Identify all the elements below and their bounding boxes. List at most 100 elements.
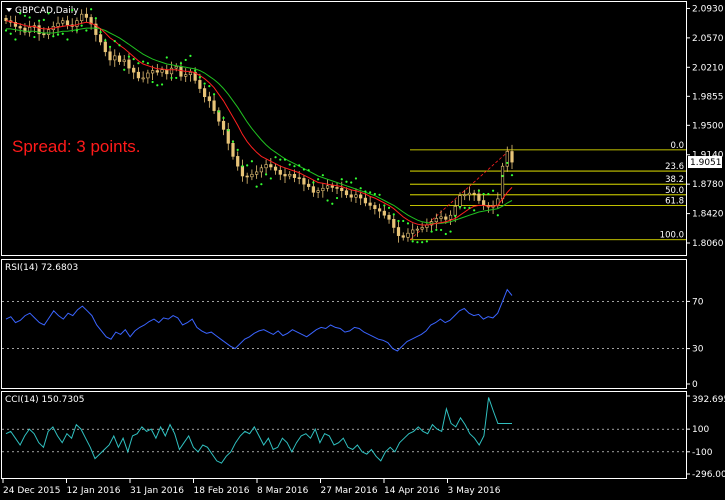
fib-level-label: 0.0	[670, 141, 684, 151]
sar-dot	[4, 29, 8, 32]
sar-dot	[212, 93, 216, 96]
price-label: 2.0210	[692, 63, 724, 73]
sar-dot	[298, 164, 301, 167]
sar-dot	[104, 39, 107, 42]
candle-body	[321, 187, 325, 192]
sar-dot	[142, 60, 145, 63]
sar-dot	[312, 181, 315, 184]
candle-body	[377, 208, 382, 212]
current-price-label: 1.9051	[690, 158, 722, 168]
sar-dot	[463, 206, 466, 209]
sar-dot	[458, 205, 462, 209]
sar-dot	[246, 164, 249, 167]
current-price-badge: 1.9051	[688, 156, 722, 169]
price-label: 2.0570	[692, 34, 724, 44]
candle-body	[373, 205, 377, 209]
sar-dot	[66, 38, 69, 41]
sar-dot	[90, 8, 93, 11]
candle-body	[444, 216, 448, 220]
sar-dot	[198, 76, 201, 79]
fib-level-label: 38.2	[665, 175, 684, 185]
fib-level-label: 100.0	[660, 231, 684, 241]
sar-dot	[194, 69, 197, 72]
sar-dot	[156, 84, 159, 87]
candle-body	[477, 193, 481, 201]
sar-dot	[94, 17, 97, 20]
sar-dot	[321, 174, 324, 177]
candle-body	[500, 165, 505, 200]
candle-body	[448, 214, 453, 220]
candle-body	[463, 194, 467, 197]
sar-dot	[236, 148, 239, 151]
candle-body	[311, 186, 315, 193]
candle-body	[307, 183, 311, 187]
sar-dot	[160, 83, 164, 86]
candle-body	[288, 174, 292, 177]
candle-body	[302, 178, 306, 185]
cci-title: CCI(14) 150.7305	[5, 395, 85, 405]
candle-body	[264, 164, 268, 169]
sar-dot	[175, 76, 178, 80]
candle-body	[98, 34, 103, 43]
price-label: 1.8060	[692, 239, 724, 249]
candle-body	[467, 192, 472, 196]
candle-body	[392, 219, 396, 228]
time-label: 3 May 2016	[448, 486, 501, 496]
candle-body	[42, 33, 46, 36]
sar-dot	[255, 185, 258, 188]
sar-dot	[359, 187, 362, 190]
sar-dot	[269, 177, 272, 180]
sar-dot	[137, 62, 140, 65]
sar-dot	[350, 181, 353, 184]
time-label: 27 Mar 2016	[321, 486, 378, 496]
candle-body	[434, 218, 438, 223]
sar-dot	[222, 116, 225, 120]
cci-level-label: -100	[692, 448, 713, 458]
candle-body	[368, 202, 372, 206]
sar-dot	[397, 219, 400, 223]
sar-dot	[184, 58, 187, 62]
candle-body	[354, 194, 358, 198]
sar-dot	[28, 16, 31, 19]
sar-dot	[411, 240, 414, 243]
time-label: 31 Jan 2016	[130, 486, 184, 496]
candle-body	[359, 194, 363, 199]
candle-body	[75, 20, 79, 27]
candle-body	[65, 20, 70, 26]
candle-body	[108, 51, 112, 61]
fib-level-label: 23.6	[665, 162, 684, 172]
sar-dot	[288, 163, 291, 166]
candle-body	[188, 71, 193, 75]
candle-body	[84, 13, 88, 18]
price-label: 1.9855	[692, 92, 724, 102]
candle-body	[132, 67, 136, 73]
sar-dot	[80, 24, 83, 27]
candle-body	[283, 174, 287, 177]
candle-body	[221, 120, 226, 130]
sar-dot	[179, 62, 183, 65]
cci-level-label: 392.6956	[692, 395, 725, 405]
sar-dot	[85, 29, 88, 32]
sar-dot	[477, 189, 480, 192]
sar-dot	[378, 193, 381, 196]
candle-body	[335, 187, 339, 189]
time-label: 8 Mar 2016	[257, 486, 309, 496]
candle-body	[382, 210, 386, 216]
sar-dot	[449, 230, 452, 233]
sar-dot	[354, 177, 358, 180]
sar-dot	[99, 31, 102, 34]
candle-body	[155, 70, 159, 73]
sar-dot	[42, 18, 45, 21]
sar-dot	[231, 140, 235, 143]
sar-dot	[203, 82, 206, 85]
candle-body	[269, 164, 273, 168]
candle-body	[122, 59, 126, 62]
candle-body	[292, 174, 297, 178]
candle-body	[415, 228, 420, 231]
sar-dot	[364, 190, 367, 193]
chart-window[interactable]: GBPCAD,Daily Spread: 3 points. 2.0930 2.0…	[0, 0, 725, 500]
candle-body	[127, 59, 131, 69]
candle-body	[113, 55, 117, 61]
candle-body	[80, 13, 84, 22]
candle-body	[316, 190, 320, 193]
